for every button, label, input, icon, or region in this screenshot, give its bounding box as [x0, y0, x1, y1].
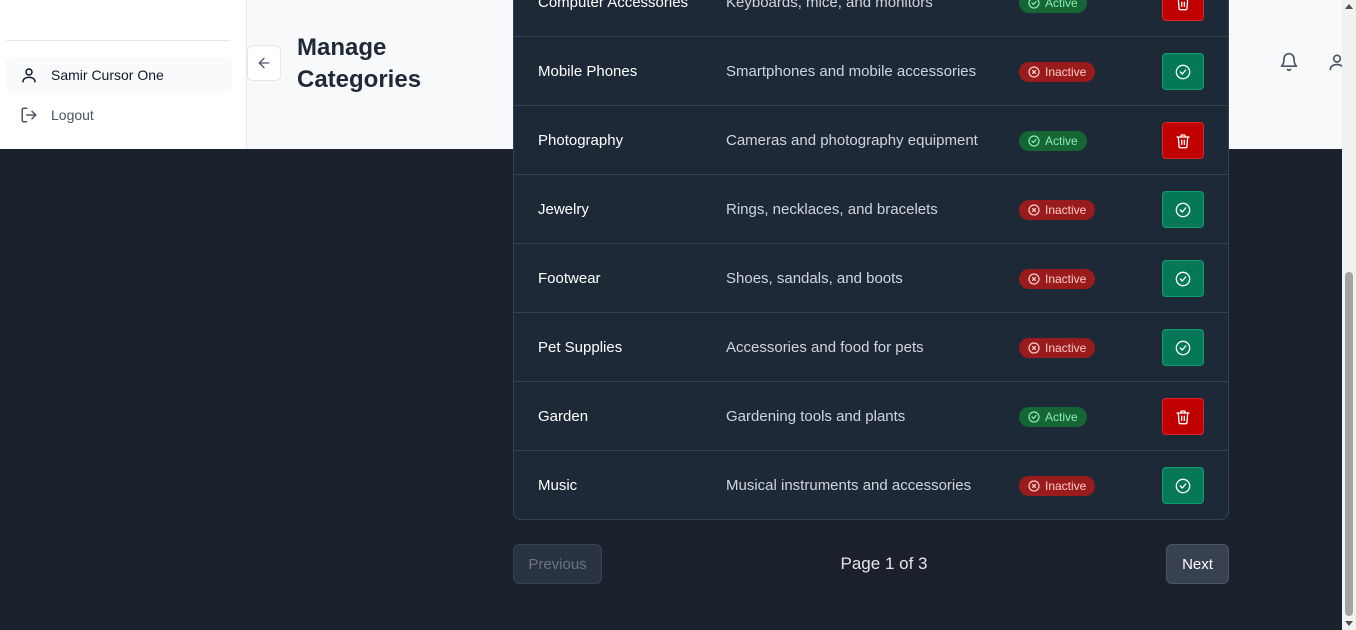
sidebar-divider [6, 40, 230, 41]
scroll-thumb[interactable] [1345, 272, 1353, 616]
sidebar-user-name: Samir Cursor One [51, 67, 164, 83]
page-title: Manage Categories [297, 34, 422, 93]
previous-button[interactable]: Previous [513, 544, 602, 584]
check-circle-icon [1175, 271, 1191, 286]
x-circle-icon [1028, 480, 1040, 492]
page-indicator: Page 1 of 3 [840, 554, 928, 573]
status-badge: Inactive [1019, 269, 1096, 289]
category-name: Mobile Phones [538, 63, 638, 80]
status-label: Active [1045, 410, 1078, 424]
user-icon [22, 68, 36, 83]
sidebar: Samir Cursor One Logout [0, 0, 247, 149]
category-description: Rings, necklaces, and bracelets [726, 201, 938, 218]
status-label: Inactive [1045, 65, 1087, 79]
activate-button[interactable] [1162, 191, 1204, 228]
delete-button[interactable] [1162, 122, 1204, 159]
notifications-button[interactable] [1279, 52, 1299, 77]
status-badge: Active [1019, 131, 1087, 151]
status-badge: Inactive [1019, 476, 1096, 496]
category-name: Jewelry [538, 201, 589, 218]
check-circle-icon [1175, 478, 1191, 493]
trash-icon [1177, 0, 1189, 10]
delete-button[interactable] [1162, 0, 1204, 21]
status-label: Inactive [1045, 479, 1087, 493]
activate-button[interactable] [1162, 329, 1204, 366]
arrow-left-icon [258, 57, 270, 69]
table-row: Garden Gardening tools and plants Active [514, 382, 1228, 451]
category-description: Smartphones and mobile accessories [726, 63, 977, 80]
scroll-up-arrow[interactable] [1345, 4, 1353, 9]
logout-label: Logout [51, 107, 94, 123]
table-row: Computer Accessories Keyboards, mice, an… [514, 0, 1228, 37]
status-badge: Active [1019, 407, 1087, 427]
x-circle-icon [1028, 204, 1040, 216]
back-button[interactable] [247, 45, 281, 81]
activate-button[interactable] [1162, 467, 1204, 504]
x-circle-icon [1028, 273, 1040, 285]
status-badge: Inactive [1019, 338, 1096, 358]
check-circle-icon [1175, 64, 1191, 79]
trash-icon [1176, 133, 1190, 148]
activate-button[interactable] [1162, 260, 1204, 297]
check-circle-icon [1175, 202, 1191, 217]
status-label: Inactive [1045, 203, 1087, 217]
status-label: Inactive [1045, 341, 1087, 355]
delete-button[interactable] [1162, 398, 1204, 435]
page-scrollbar[interactable] [1342, 0, 1356, 630]
trash-icon [1176, 409, 1190, 424]
check-circle-icon [1028, 411, 1040, 423]
status-badge: Active [1019, 0, 1087, 13]
category-name: Footwear [538, 270, 601, 287]
next-button[interactable]: Next [1166, 544, 1229, 584]
check-circle-icon [1175, 340, 1191, 355]
table-row: Jewelry Rings, necklaces, and bracelets … [514, 175, 1228, 244]
bell-icon [1280, 52, 1298, 72]
check-circle-icon [1028, 135, 1040, 147]
x-circle-icon [1028, 342, 1040, 354]
logout-button[interactable]: Logout [6, 97, 232, 133]
status-badge: Inactive [1019, 200, 1096, 220]
category-name: Garden [538, 408, 589, 425]
category-description: Accessories and food for pets [726, 339, 924, 356]
category-description: Keyboards, mice, and monitors [726, 0, 933, 11]
category-name: Pet Supplies [538, 339, 623, 356]
x-circle-icon [1028, 66, 1040, 78]
status-label: Active [1045, 134, 1078, 148]
table-row: Photography Cameras and photography equi… [514, 106, 1228, 175]
table-row: Mobile Phones Smartphones and mobile acc… [514, 37, 1228, 106]
table-row: Pet Supplies Accessories and food for pe… [514, 313, 1228, 382]
category-name: Computer Accessories [538, 0, 689, 11]
scroll-down-arrow[interactable] [1345, 621, 1353, 626]
categories-table: Computer Accessories Keyboards, mice, an… [513, 0, 1229, 520]
table-row: Footwear Shoes, sandals, and boots Inact… [514, 244, 1228, 313]
status-label: Active [1045, 0, 1078, 10]
category-description: Musical instruments and accessories [726, 477, 972, 494]
status-label: Inactive [1045, 272, 1087, 286]
sidebar-user-item[interactable]: Samir Cursor One [6, 57, 232, 93]
category-description: Shoes, sandals, and boots [726, 270, 903, 287]
category-description: Cameras and photography equipment [726, 132, 978, 149]
check-circle-icon [1028, 0, 1040, 9]
status-badge: Inactive [1019, 62, 1096, 82]
logout-icon [21, 107, 37, 123]
category-name: Photography [538, 132, 624, 149]
table-row: Music Musical instruments and accessorie… [514, 451, 1228, 519]
category-name: Music [538, 477, 578, 494]
activate-button[interactable] [1162, 53, 1204, 90]
category-description: Gardening tools and plants [726, 408, 906, 425]
